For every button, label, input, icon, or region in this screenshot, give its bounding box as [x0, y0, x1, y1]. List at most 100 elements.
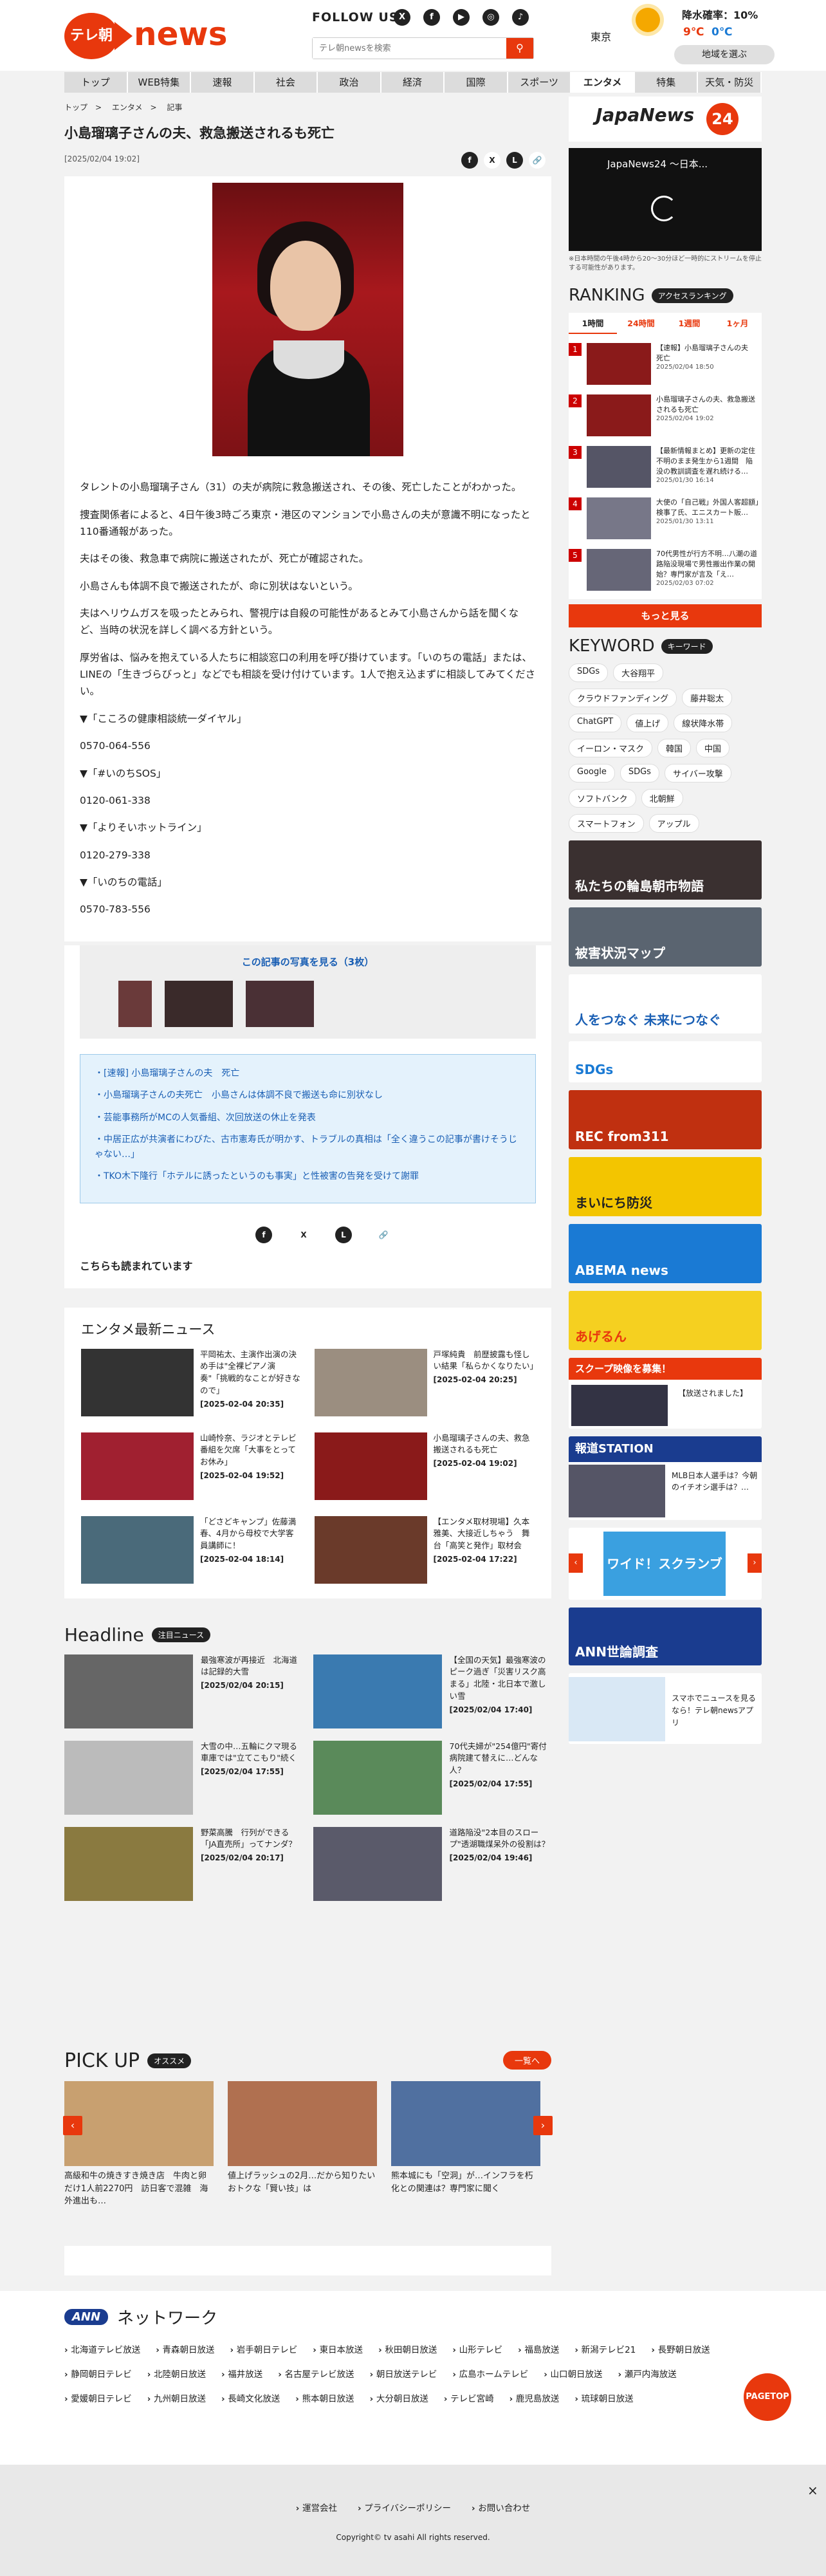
keyword-chip[interactable]: 北朝鮮	[641, 789, 683, 808]
entame-item[interactable]: 「どさどキャンプ」佐藤満春、4月から母校で大学客員講師に！ [2025-02-04…	[81, 1515, 302, 1587]
site-logo[interactable]: テレ朝 news	[64, 13, 227, 59]
ann-poll-banner[interactable]: ANN世論調査	[569, 1608, 762, 1665]
keyword-chip[interactable]: SDGs	[569, 663, 609, 682]
station-link[interactable]: 長野朝日放送	[651, 2342, 710, 2355]
nav-item[interactable]: トップ	[64, 72, 128, 93]
close-icon[interactable]: ×	[807, 2483, 818, 2498]
ranking-tab[interactable]: 1時間	[569, 313, 617, 334]
youtube-icon[interactable]: ▶	[453, 9, 470, 26]
station-link[interactable]: 静岡朝日テレビ	[64, 2367, 132, 2380]
keyword-chip[interactable]: 藤井聡太	[682, 689, 733, 707]
station-link[interactable]: 瀬戸内海放送	[618, 2367, 677, 2380]
station-link[interactable]: テレビ宮崎	[444, 2391, 494, 2404]
keyword-chip[interactable]: ソフトバンク	[569, 789, 636, 808]
ranking-tab[interactable]: 24時間	[617, 313, 665, 334]
related-link[interactable]: ・小島瑠璃子さんの夫死亡 小島さんは体調不良で搬送も命に別状なし	[95, 1088, 521, 1102]
hodo-station-banner[interactable]: 報道STATION MLB日本人選手は？今朝のイチオシ選手は？…	[569, 1436, 762, 1520]
facebook-share-icon[interactable]: f	[255, 1227, 272, 1244]
carousel-prev-icon[interactable]: ‹	[63, 2116, 82, 2135]
related-link[interactable]: ・中居正広が共演者にわびた、古市憲寿氏が明かす、トラブルの真相は「全く違うこの記…	[95, 1133, 521, 1162]
footer-link[interactable]: お問い合わせ	[472, 2503, 530, 2514]
station-link[interactable]: 新潟テレビ21	[574, 2342, 636, 2355]
side-banner[interactable]: まいにち防災	[569, 1157, 762, 1216]
keyword-chip[interactable]: Google	[569, 764, 615, 783]
ranking-item[interactable]: 4 大使の「自己戦」外国人客超額」検事了氏、エニスカート販… 2025/01/30 …	[569, 492, 762, 544]
side-banner[interactable]: SDGs	[569, 1041, 762, 1082]
line-share-icon[interactable]: L	[335, 1227, 352, 1244]
station-link[interactable]: 名古屋テレビ放送	[278, 2367, 354, 2380]
instagram-icon[interactable]: ◎	[482, 9, 499, 26]
keyword-chip[interactable]: サイバー攻撃	[664, 764, 731, 783]
keyword-chip[interactable]: 値上げ	[627, 714, 669, 732]
station-link[interactable]: 山口朝日放送	[544, 2367, 602, 2380]
nav-item[interactable]: 経済	[381, 72, 445, 93]
station-link[interactable]: 岩手朝日テレビ	[230, 2342, 298, 2355]
keyword-chip[interactable]: スマートフォン	[569, 814, 644, 833]
side-banner[interactable]: 被害状況マップ	[569, 907, 762, 967]
side-banner[interactable]: ABEMA news	[569, 1224, 762, 1283]
side-banner[interactable]: 人をつなぐ 未来につなぐ	[569, 974, 762, 1033]
pickup-item[interactable]: 値上げラッシュの2月…だから知りたいおトクな「賢い技」は	[228, 2081, 377, 2208]
x-share-icon[interactable]: X	[295, 1227, 312, 1244]
photo-gallery-link[interactable]: この記事の写真を見る（3枚）	[93, 954, 523, 971]
ranking-item[interactable]: 1 【速報】小島瑠璃子さんの夫 死亡 2025/02/04 18:50	[569, 338, 762, 389]
entame-item[interactable]: 【エンタメ取材現場】久本雅美、大接近しちゃう 舞台「高笑と発作」取材会 [2025…	[314, 1515, 535, 1587]
breadcrumb-entame[interactable]: エンタメ	[112, 103, 143, 112]
headline-item[interactable]: 【全国の天気】最強寒波のピーク過ぎ「災害リスク高まる」北陸・北日本で激しい雪 [2…	[313, 1654, 552, 1730]
nav-item[interactable]: 速報	[191, 72, 255, 93]
station-link[interactable]: 朝日放送テレビ	[370, 2367, 437, 2380]
entame-item[interactable]: 戸塚純貴 前歴披露も怪しい結果「私らかくなりたい」 [2025-02-04 20:…	[314, 1348, 538, 1420]
line-share-icon[interactable]: L	[506, 152, 523, 169]
facebook-icon[interactable]: f	[423, 9, 440, 26]
related-link[interactable]: ・芸能事務所がMCの人気番組、次回放送の休止を発表	[95, 1111, 521, 1125]
nav-item[interactable]: WEB特集	[127, 72, 192, 93]
carousel-next-icon[interactable]: ›	[533, 2116, 553, 2135]
keyword-chip[interactable]: 大谷翔平	[613, 663, 664, 682]
japanews-banner[interactable]: JapaNews 24	[569, 97, 762, 142]
x-share-icon[interactable]: X	[484, 152, 500, 169]
keyword-chip[interactable]: SDGs	[620, 764, 659, 783]
tiktok-icon[interactable]: ♪	[512, 9, 529, 26]
nav-item[interactable]: 国際	[445, 72, 508, 93]
scoop-banner[interactable]: スクープ映像を募集！ 【放送されました】	[569, 1358, 762, 1429]
headline-item[interactable]: 道路陥没"2本目のスロープ"透湖職煤呆外の役割は？ [2025/02/04 19:…	[313, 1826, 552, 1903]
link-copy-icon[interactable]: 🔗	[375, 1227, 392, 1244]
nav-item[interactable]: 特集	[634, 72, 699, 93]
footer-link[interactable]: プライバシーポリシー	[358, 2503, 451, 2514]
side-banner[interactable]: あげるん	[569, 1291, 762, 1350]
station-link[interactable]: 福島放送	[518, 2342, 559, 2355]
station-link[interactable]: 秋田朝日放送	[378, 2342, 437, 2355]
station-link[interactable]: 北陸朝日放送	[147, 2367, 206, 2380]
ranking-item[interactable]: 2 小島瑠璃子さんの夫、救急搬送されるも死亡 2025/02/04 19:02	[569, 389, 762, 441]
live-video-player[interactable]: JapaNews24 ～日本...	[569, 148, 762, 251]
headline-item[interactable]: 大雪の中…五輪にクマ現る 車庫では"立てこもり"続く [2025/02/04 17…	[64, 1740, 306, 1817]
station-link[interactable]: 福井放送	[221, 2367, 262, 2380]
pickup-all-link[interactable]: 一覧へ	[502, 2051, 551, 2070]
search-icon[interactable]: ⚲	[506, 38, 533, 59]
pickup-item[interactable]: 高級和牛の焼きすき焼き店 牛肉と卵だけ1人前2270円 訪日客で混雑 海外進出も…	[64, 2081, 214, 2208]
station-link[interactable]: 東日本放送	[313, 2342, 363, 2355]
entame-item[interactable]: 山崎怜奈、ラジオとテレビ番組を欠席「大事をとってお休み」 [2025-02-04 …	[81, 1432, 302, 1503]
ranking-tab[interactable]: 1ヶ月	[713, 313, 762, 334]
keyword-chip[interactable]: ChatGPT	[569, 714, 622, 732]
nav-item[interactable]: 天気・防災	[698, 72, 762, 93]
station-link[interactable]: 九州朝日放送	[147, 2391, 206, 2404]
station-link[interactable]: 大分朝日放送	[370, 2391, 428, 2404]
footer-link[interactable]: 運営会社	[296, 2503, 337, 2514]
x-icon[interactable]: X	[394, 9, 410, 26]
article-photo[interactable]	[64, 176, 551, 467]
station-link[interactable]: 琉球朝日放送	[574, 2391, 634, 2404]
pagetop-button[interactable]: PAGETOP	[744, 2373, 791, 2421]
ranking-item[interactable]: 5 70代男性が行方不明…八潮の道路陥没現場で男性搬出作業の開始？専門家が言及「え…	[569, 544, 762, 595]
link-copy-icon[interactable]: 🔗	[529, 152, 546, 169]
photo-thumb[interactable]	[165, 981, 233, 1028]
entame-item[interactable]: 小島瑠璃子さんの夫、救急搬送されるも死亡 [2025-02-04 19:02]	[314, 1432, 535, 1503]
entame-item[interactable]: 平岡祐太、主演作出演の決め手は"全裸ピアノ演奏"「挑戦的なことが好きなので」 [2…	[81, 1348, 302, 1420]
keyword-chip[interactable]: 中国	[696, 739, 730, 757]
related-link[interactable]: ・TKO木下隆行「ホテルに誘ったというのも事実」と性被害の告発を受けて謝罪	[95, 1169, 521, 1183]
keyword-chip[interactable]: 韓国	[657, 739, 692, 757]
change-region-button[interactable]: 地域を選ぶ	[674, 45, 775, 64]
keyword-chip[interactable]: クラウドファンディング	[569, 689, 677, 707]
nav-item[interactable]: 社会	[254, 72, 318, 93]
side-banner[interactable]: 私たちの輪島朝市物語	[569, 840, 762, 900]
